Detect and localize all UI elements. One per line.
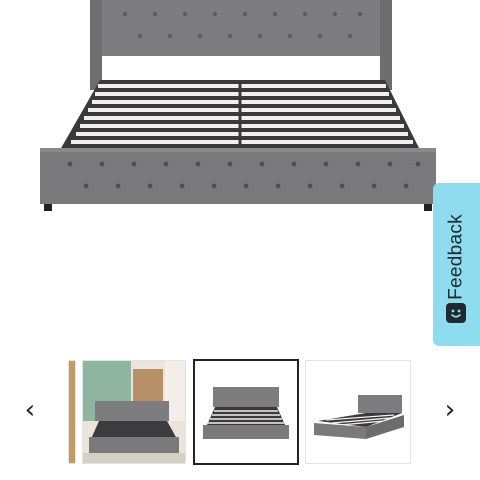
- thumbnail-bed-front[interactable]: [193, 359, 299, 465]
- thumbnail-partial[interactable]: [68, 360, 76, 464]
- thumbnail-bedroom-scene[interactable]: [82, 360, 186, 464]
- product-main-image: [0, 0, 480, 330]
- feedback-tab[interactable]: Feedback: [433, 183, 480, 346]
- thumbnail-carousel: ‹ ›: [0, 355, 480, 467]
- thumbnail-bed-angled[interactable]: [305, 360, 411, 464]
- chevron-left-icon[interactable]: ‹: [18, 395, 42, 425]
- smiley-icon: [446, 303, 466, 323]
- chevron-right-icon[interactable]: ›: [438, 395, 462, 425]
- bed-illustration: [40, 0, 436, 211]
- feedback-label: Feedback: [445, 214, 467, 300]
